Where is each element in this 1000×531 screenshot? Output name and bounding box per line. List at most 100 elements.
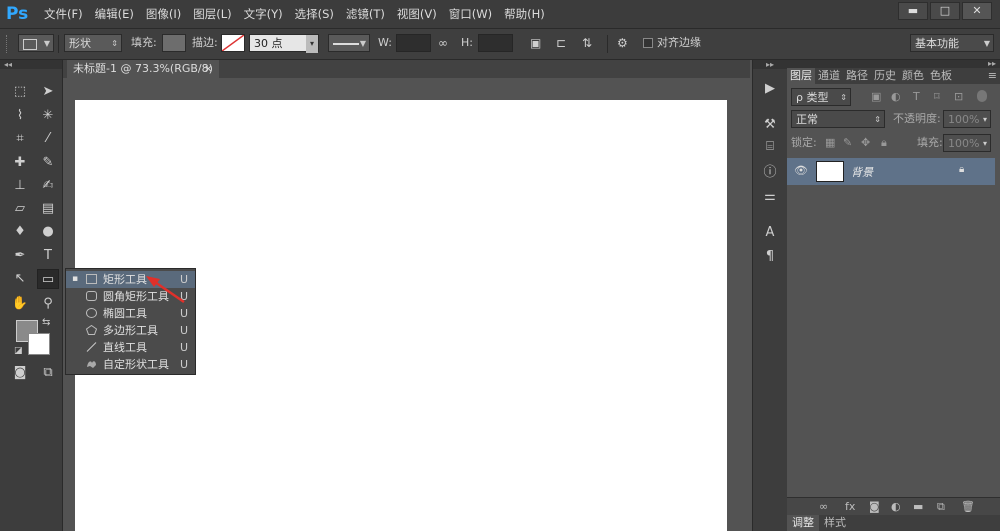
trash-icon[interactable]: 🗑︎ (961, 500, 975, 513)
lasso-tool-icon[interactable]: ⌇ (9, 106, 31, 126)
pixel-filter-icon[interactable]: ▣ (871, 90, 881, 103)
tab-adjustments[interactable]: 调整 (787, 515, 819, 531)
adjustment-layer-icon[interactable]: ◐ (891, 500, 901, 513)
new-layer-icon[interactable]: ⧉ (937, 500, 945, 514)
layer-style-icon[interactable]: fx (845, 500, 855, 513)
play-icon[interactable]: ▶ (760, 80, 780, 98)
shape-filter-icon[interactable]: ⌑ (934, 90, 940, 103)
history-brush-tool-icon[interactable]: ✍ (37, 176, 59, 196)
layer-mask-icon[interactable]: ◙ (869, 500, 880, 513)
panel-collapse-icon[interactable]: ◂◂ (0, 60, 62, 69)
menu-file[interactable]: 文件(F) (44, 6, 83, 22)
flyout-item-polygon[interactable]: 多边形工具 U (66, 322, 195, 339)
clone-stamp-tool-icon[interactable]: ⊥ (9, 176, 31, 196)
quick-mask-icon[interactable]: ◙ (9, 363, 31, 383)
menu-layer[interactable]: 图层(L) (193, 6, 231, 22)
brush-tool-icon[interactable]: ✎ (37, 153, 59, 173)
paragraph-icon[interactable]: ¶ (760, 248, 780, 266)
divider (58, 35, 59, 53)
workspace-dropdown[interactable]: 基本功能 ▼ (910, 34, 994, 52)
panel-expand-icon[interactable]: ▸▸ (753, 60, 787, 69)
adjustment-filter-icon[interactable]: ◐ (891, 90, 901, 103)
menu-image[interactable]: 图像(I) (146, 6, 181, 22)
width-input[interactable] (396, 34, 431, 52)
tab-layers[interactable]: 图层 (787, 68, 815, 84)
zoom-tool-icon[interactable]: ⚲ (37, 294, 59, 314)
path-selection-tool-icon[interactable]: ↖ (9, 269, 31, 289)
flyout-item-custom-shape[interactable]: 自定形状工具 U (66, 356, 195, 373)
character-icon[interactable]: A (760, 224, 780, 242)
link-layers-icon[interactable]: ∞ (819, 500, 828, 513)
path-operations-icon[interactable]: ▣ (530, 34, 541, 52)
stroke-size-input[interactable]: 30 点 ▾ (249, 34, 319, 53)
screen-mode-icon[interactable]: ⧉ (37, 363, 59, 383)
type-filter-icon[interactable]: T (913, 90, 920, 103)
panel-menu-icon[interactable]: ≡ (985, 68, 1000, 84)
minimize-button[interactable]: ▬ (898, 2, 928, 20)
filter-toggle[interactable] (977, 90, 987, 102)
close-icon[interactable]: × (204, 60, 213, 78)
smart-object-filter-icon[interactable]: ⊡ (954, 90, 963, 103)
visibility-eye-icon[interactable]: 👁︎ (794, 164, 808, 177)
tab-paths[interactable]: 路径 (843, 68, 871, 84)
menu-edit[interactable]: 编辑(E) (95, 6, 134, 22)
pen-tool-icon[interactable]: ✒ (9, 246, 31, 266)
tab-history[interactable]: 历史 (871, 68, 899, 84)
fill-input[interactable]: 100% ▾ (943, 134, 991, 152)
link-icon[interactable]: ∞ (438, 34, 448, 52)
move-tool-icon[interactable]: ➤ (37, 82, 59, 102)
flyout-item-line[interactable]: 直线工具 U (66, 339, 195, 356)
tab-styles[interactable]: 样式 (819, 515, 851, 531)
hand-tool-icon[interactable]: ✋ (9, 294, 31, 314)
tab-channels[interactable]: 通道 (815, 68, 843, 84)
info-icon[interactable]: ⓘ (760, 164, 780, 182)
mode-dropdown[interactable]: 形状 ⇕ (64, 34, 122, 52)
background-color-swatch[interactable] (28, 333, 50, 355)
panel-collapse-icon[interactable]: ▸▸ (787, 60, 1000, 68)
marquee-tool-icon[interactable]: ⬚ (9, 82, 31, 102)
blur-tool-icon[interactable]: ♦ (9, 222, 31, 242)
opacity-input[interactable]: 100% ▾ (943, 110, 991, 128)
healing-brush-tool-icon[interactable]: ✚ (9, 153, 31, 173)
dodge-tool-icon[interactable]: ● (37, 222, 59, 242)
rectangle-tool-icon[interactable]: ▭ (37, 269, 59, 289)
blend-mode-dropdown[interactable]: 正常 ⇕ (791, 110, 885, 128)
lock-all-icon[interactable]: 🔒︎ (881, 136, 887, 150)
brush-presets-icon[interactable]: ⌸ (760, 138, 780, 156)
gradient-tool-icon[interactable]: ▤ (37, 199, 59, 219)
menu-select[interactable]: 选择(S) (295, 6, 334, 22)
default-colors-icon[interactable]: ◪ (14, 346, 23, 356)
path-alignment-icon[interactable]: ⊏ (556, 34, 566, 52)
lock-position-icon[interactable]: ✥ (861, 136, 870, 149)
menu-view[interactable]: 视图(V) (397, 6, 437, 22)
lock-image-icon[interactable]: ✎ (843, 136, 852, 149)
fill-swatch[interactable] (162, 34, 186, 52)
menu-window[interactable]: 窗口(W) (449, 6, 492, 22)
eraser-tool-icon[interactable]: ▱ (9, 199, 31, 219)
lock-transparent-icon[interactable]: ▦ (825, 136, 835, 149)
swap-colors-icon[interactable]: ⇆ (42, 317, 50, 328)
tool-preset-picker[interactable]: ▼ (18, 34, 54, 52)
type-tool-icon[interactable]: T (37, 246, 59, 266)
eyedropper-tool-icon[interactable]: ⁄ (37, 129, 59, 149)
layer-kind-filter[interactable]: ρ 类型 ⇕ (791, 88, 851, 106)
gear-icon[interactable]: ⚙ (617, 34, 628, 52)
align-edges-checkbox[interactable] (643, 38, 653, 48)
group-folder-icon[interactable]: ▬ (913, 500, 923, 513)
tab-swatches[interactable]: 色板 (927, 68, 955, 84)
crop-tool-icon[interactable]: ⌗ (9, 129, 31, 149)
menu-filter[interactable]: 滤镜(T) (346, 6, 385, 22)
restore-button[interactable]: □ (930, 2, 960, 20)
menu-type[interactable]: 文字(Y) (244, 6, 283, 22)
tab-color[interactable]: 颜色 (899, 68, 927, 84)
properties-icon[interactable]: ⚌ (760, 188, 780, 206)
tool-presets-icon[interactable]: ⚒ (760, 116, 780, 134)
path-arrangement-icon[interactable]: ⇅ (582, 34, 592, 52)
menu-help[interactable]: 帮助(H) (504, 6, 545, 22)
magic-wand-tool-icon[interactable]: ✳ (37, 106, 59, 126)
stroke-type-dropdown[interactable]: ▼ (328, 34, 370, 52)
height-input[interactable] (478, 34, 513, 52)
document-tab[interactable]: 未标题-1 @ 73.3%(RGB/8) × (67, 60, 219, 78)
stroke-swatch[interactable] (221, 34, 245, 52)
close-button[interactable]: ✕ (962, 2, 992, 20)
